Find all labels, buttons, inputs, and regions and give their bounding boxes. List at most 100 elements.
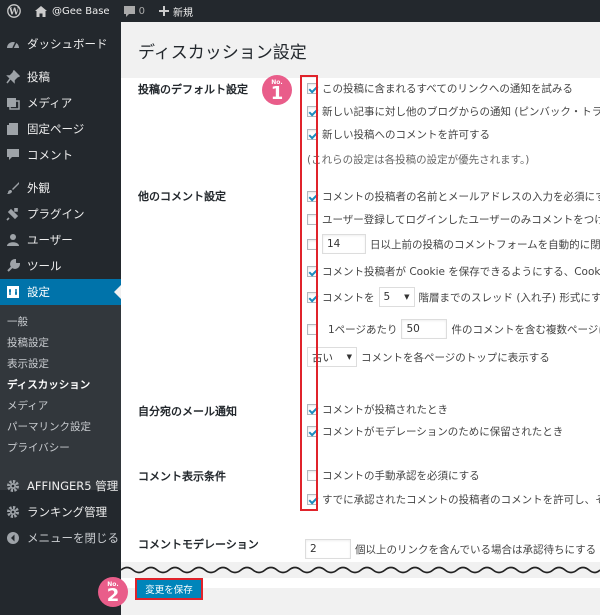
menu-label: 外観	[27, 181, 50, 195]
section-label-other-comment: 他のコメント設定	[138, 190, 226, 203]
menu-media[interactable]: メディア	[0, 90, 121, 116]
badge-number: 2	[106, 585, 120, 606]
moderation-links-input[interactable]: 2	[305, 539, 351, 559]
menu-tools[interactable]: ツール	[0, 253, 121, 279]
site-name-link[interactable]: @Gee Base	[28, 0, 117, 22]
menu-label: AFFINGER5 管理	[27, 479, 119, 493]
submenu-permalinks[interactable]: パーマリンク設定	[7, 419, 91, 434]
menu-appearance[interactable]: 外観	[0, 175, 121, 201]
option-moderation-links[interactable]: 2 個以上のリンクを含んでいる場合は承認待ちにする	[305, 539, 596, 559]
checkbox-highlight-frame	[300, 75, 318, 511]
option-email-comment-held[interactable]: コメントがモデレーションのために保留されたとき	[307, 422, 563, 440]
option-cookie-optin[interactable]: コメント投稿者が Cookie を保存できるようにする、Cookie オプトイン…	[307, 262, 600, 280]
menu-label: 設定	[27, 285, 50, 299]
page-title: ディスカッション設定	[138, 43, 307, 63]
chevron-down-icon: ▼	[346, 353, 352, 361]
settings-submenu: 一般 投稿設定 表示設定 ディスカッション メディア パーマリンク設定 プライバ…	[0, 305, 121, 490]
menu-users[interactable]: ユーザー	[0, 227, 121, 253]
menu-posts[interactable]: 投稿	[0, 64, 121, 90]
main-content: ディスカッション設定 投稿のデフォルト設定 この投稿に含まれるすべてのリンクへの…	[121, 22, 600, 615]
section-label-email-me: 自分宛のメール通知	[138, 405, 237, 418]
option-close-comments[interactable]: 14 日以上前の投稿のコメントフォームを自動的に閉じる	[307, 234, 600, 254]
menu-collapse[interactable]: メニューを閉じる	[0, 525, 121, 551]
option-manual-approval[interactable]: コメントの手動承認を必須にする	[307, 466, 480, 484]
section-label-moderation: コメントモデレーション	[138, 538, 259, 551]
option-allow-comments[interactable]: 新しい投稿へのコメントを許可する	[307, 125, 490, 143]
menu-label: コメント	[27, 148, 73, 162]
admin-sidebar: ダッシュボード 投稿 メディア 固定ページ コメント 外観 プラグイン ユーザー…	[0, 22, 121, 615]
menu-label: メディア	[27, 96, 73, 110]
step-badge-1: No. 1	[262, 75, 292, 105]
menu-label: プラグイン	[27, 207, 85, 221]
option-text: コメントを各ページのトップに表示する	[361, 351, 550, 364]
page-icon	[6, 122, 20, 136]
menu-label: 固定ページ	[27, 122, 85, 136]
option-text: コメントの手動承認を必須にする	[322, 469, 480, 482]
option-text: コメント投稿者が Cookie を保存できるようにする、Cookie オプトイン…	[322, 265, 600, 278]
chevron-down-icon: ▼	[404, 293, 410, 301]
comments-link[interactable]: 0	[117, 0, 152, 22]
option-page-comments[interactable]: 1ページあたり 50 件のコメントを含む複数ページに分割し、	[307, 319, 600, 339]
option-text: 1ページあたり	[328, 323, 398, 336]
step-badge-2: No. 2	[98, 577, 128, 607]
option-text: ユーザー登録してログインしたユーザーのみコメントをつけられるようにする	[322, 213, 600, 226]
select-value: 5	[383, 291, 391, 303]
menu-dashboard[interactable]: ダッシュボード	[0, 31, 121, 57]
menu-label: ダッシュボード	[27, 37, 108, 51]
wrench-icon	[6, 259, 20, 273]
close-days-input[interactable]: 14	[322, 234, 366, 254]
settings-icon	[6, 285, 20, 299]
submenu-media[interactable]: メディア	[7, 398, 48, 413]
option-text: コメントが投稿されたとき	[322, 403, 448, 416]
option-thread-comments[interactable]: コメントを 5 ▼ 階層までのスレッド (入れ子) 形式にする	[307, 287, 600, 307]
section-label-default-post: 投稿のデフォルト設定	[138, 83, 248, 96]
default-post-note: (これらの設定は各投稿の設定が優先されます。)	[307, 154, 530, 166]
settings-form: 投稿のデフォルト設定 この投稿に含まれるすべてのリンクへの通知を試みる 新しい記…	[121, 78, 600, 588]
option-default-page[interactable]: 古い ▼ コメントを各ページのトップに表示する	[303, 347, 550, 367]
comments-per-page-input[interactable]: 50	[401, 319, 448, 339]
menu-label: 投稿	[27, 70, 50, 84]
brush-icon	[6, 181, 20, 195]
option-require-name-email[interactable]: コメントの投稿者の名前とメールアドレスの入力を必須にする	[307, 187, 600, 205]
submenu-reading[interactable]: 表示設定	[7, 356, 49, 371]
menu-plugins[interactable]: プラグイン	[0, 201, 121, 227]
gear-icon	[6, 479, 20, 493]
option-allow-pingbacks[interactable]: 新しい記事に対し他のブログからの通知 (ピンバック・トラックバック) を受け付け…	[307, 102, 600, 120]
torn-edge-divider	[121, 562, 600, 578]
option-registered-only[interactable]: ユーザー登録してログインしたユーザーのみコメントをつけられるようにする	[307, 210, 600, 228]
menu-settings[interactable]: 設定	[0, 279, 121, 305]
admin-bar: W @Gee Base 0 新規	[0, 0, 600, 22]
comment-bubble-icon	[123, 5, 135, 17]
new-label: 新規	[172, 7, 193, 19]
wordpress-logo[interactable]: W	[0, 0, 28, 22]
menu-comments[interactable]: コメント	[0, 142, 121, 168]
menu-label: ツール	[27, 259, 62, 273]
option-previously-approved[interactable]: すでに承認されたコメントの投稿者のコメントを許可し、それ以外のコメントを承認待ち…	[307, 490, 600, 508]
save-changes-button[interactable]: 変更を保存	[135, 578, 203, 600]
submenu-general[interactable]: 一般	[7, 314, 28, 329]
menu-ranking[interactable]: ランキング管理	[0, 499, 121, 525]
new-content-link[interactable]: 新規	[152, 0, 200, 22]
option-text: 新しい記事に対し他のブログからの通知 (ピンバック・トラックバック) を受け付け…	[322, 105, 600, 118]
submenu-writing[interactable]: 投稿設定	[7, 335, 49, 350]
pushpin-icon	[6, 70, 20, 84]
option-email-comment-posted[interactable]: コメントが投稿されたとき	[307, 400, 448, 418]
menu-pages[interactable]: 固定ページ	[0, 116, 121, 142]
plugin-icon	[6, 207, 20, 221]
badge-number: 1	[270, 83, 284, 104]
option-pingback-links[interactable]: この投稿に含まれるすべてのリンクへの通知を試みる	[307, 79, 573, 97]
submenu-privacy[interactable]: プライバシー	[7, 440, 70, 455]
option-text: 新しい投稿へのコメントを許可する	[322, 128, 490, 141]
home-icon	[35, 5, 47, 17]
user-icon	[6, 233, 20, 247]
option-text: 階層までのスレッド (入れ子) 形式にする	[418, 291, 600, 304]
option-text: コメントの投稿者の名前とメールアドレスの入力を必須にする	[322, 190, 600, 203]
section-label-before-appear: コメント表示条件	[138, 470, 226, 483]
gear-icon	[6, 505, 20, 519]
submenu-discussion[interactable]: ディスカッション	[7, 377, 90, 392]
menu-affinger[interactable]: AFFINGER5 管理	[0, 473, 121, 499]
thread-depth-select[interactable]: 5 ▼	[378, 287, 415, 307]
dashboard-icon	[6, 37, 20, 51]
media-icon	[6, 96, 20, 110]
menu-label: ユーザー	[27, 233, 73, 247]
